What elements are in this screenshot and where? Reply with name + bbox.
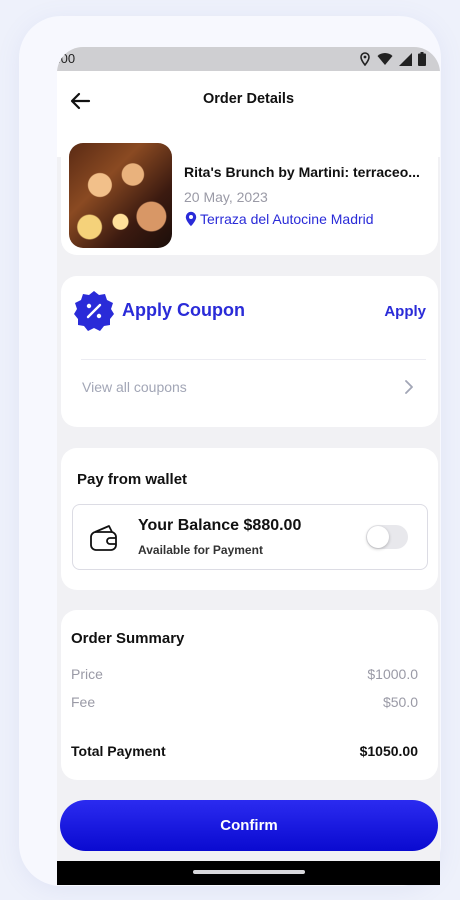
home-indicator[interactable] [193, 870, 305, 874]
status-bar: :00 [57, 47, 440, 71]
event-name: Rita's Brunch by Martini: terraceo... [184, 164, 420, 180]
wallet-heading: Pay from wallet [77, 471, 188, 488]
status-icons [359, 52, 426, 66]
apply-coupon-button[interactable]: Apply [384, 303, 426, 320]
battery-icon [418, 52, 426, 66]
wallet-toggle[interactable] [366, 525, 408, 549]
system-nav-bar [57, 861, 440, 885]
event-location: Terraza del Autocine Madrid [184, 211, 374, 227]
total-value: $1050.00 [359, 743, 418, 759]
discount-badge-icon [74, 291, 114, 331]
order-summary-heading: Order Summary [71, 630, 185, 647]
confirm-button[interactable]: Confirm [60, 800, 438, 851]
location-icon [360, 52, 370, 66]
chevron-right-icon[interactable] [402, 379, 416, 395]
total-label: Total Payment [71, 743, 166, 759]
order-summary-card: Order Summary Price $1000.0 Fee $50.0 To… [61, 610, 438, 780]
price-row: Price $1000.0 [71, 666, 418, 682]
apply-coupon-title: Apply Coupon [122, 300, 245, 320]
event-image [69, 143, 172, 248]
wallet-balance: Your Balance $880.00 [138, 517, 302, 534]
phone-frame: :00 Order Details Rita's Brunch by Marti… [19, 16, 441, 886]
signal-icon [399, 52, 412, 66]
total-row: Total Payment $1050.00 [71, 743, 418, 759]
fee-row: Fee $50.0 [71, 694, 418, 710]
wallet-balance-box: Your Balance $880.00 Available for Payme… [72, 504, 428, 570]
wifi-icon [377, 52, 393, 65]
price-label: Price [71, 666, 103, 682]
fee-label: Fee [71, 694, 96, 710]
page-title: Order Details [202, 91, 295, 107]
event-date: 20 May, 2023 [184, 189, 268, 205]
wallet-available-label: Available for Payment [138, 543, 263, 557]
status-time: :00 [57, 51, 76, 66]
event-card[interactable]: Rita's Brunch by Martini: terraceo... 20… [61, 135, 438, 255]
map-pin-icon [185, 211, 197, 227]
coupon-card: Apply Coupon Apply View all coupons [61, 276, 438, 427]
divider [81, 359, 426, 360]
wallet-card: Pay from wallet Your Balance $880.00 Ava… [61, 448, 438, 590]
event-location-text: Terraza del Autocine Madrid [200, 211, 374, 227]
fee-value: $50.0 [382, 694, 418, 710]
wallet-icon [90, 525, 117, 551]
toggle-knob [367, 526, 389, 548]
view-all-coupons-link[interactable]: View all coupons [82, 379, 187, 395]
app-screen: :00 Order Details Rita's Brunch by Marti… [57, 47, 440, 885]
price-value: $1000.0 [367, 666, 418, 682]
